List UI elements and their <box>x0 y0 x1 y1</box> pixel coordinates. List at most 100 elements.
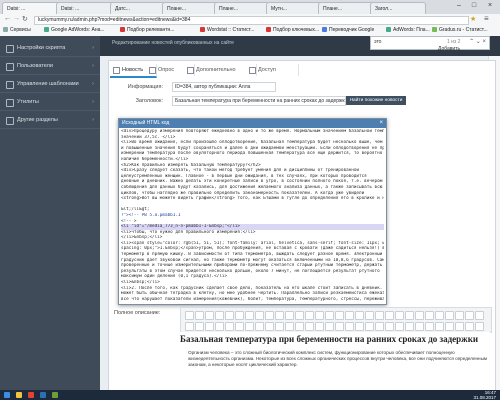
word-icon[interactable] <box>40 392 46 398</box>
source-code-textarea[interactable]: <div>Процедуру измерения повторяют ежедн… <box>121 129 384 302</box>
toolbar-button[interactable] <box>465 322 474 331</box>
bookmark-item[interactable]: Подбор ключевых... <box>266 27 319 34</box>
toolbar-button[interactable] <box>445 311 454 320</box>
bookmark-item[interactable]: Подбор релевантн... <box>120 27 174 34</box>
toolbar-button[interactable] <box>475 311 484 320</box>
toolbar-button[interactable] <box>205 311 214 320</box>
toolbar-button[interactable] <box>265 311 274 320</box>
explorer-icon[interactable] <box>16 392 22 398</box>
toolbar-button[interactable] <box>425 311 434 320</box>
chrome-icon[interactable] <box>28 392 34 398</box>
menu-icon[interactable]: ≡ <box>484 14 489 23</box>
close-icon[interactable]: × <box>483 1 497 11</box>
toolbar-button[interactable] <box>385 322 394 331</box>
toolbar-button[interactable] <box>185 322 194 331</box>
bookmark-item[interactable]: Google AdWords: Ана... <box>44 27 105 34</box>
back-icon[interactable]: ← <box>4 15 11 22</box>
toolbar-button[interactable] <box>445 322 454 331</box>
toolbar-button[interactable] <box>455 311 464 320</box>
toolbar-button[interactable] <box>365 322 374 331</box>
toolbar-button[interactable] <box>225 322 234 331</box>
toolbar-button[interactable] <box>215 322 224 331</box>
toolbar-button[interactable] <box>355 322 364 331</box>
toolbar-button[interactable] <box>315 322 324 331</box>
toolbar-button[interactable] <box>435 322 444 331</box>
sidebar-item-other[interactable]: Другие разделы › <box>0 112 100 129</box>
toolbar-button[interactable] <box>335 311 344 320</box>
toolbar-button[interactable] <box>185 311 194 320</box>
toolbar-button[interactable] <box>425 322 434 331</box>
toolbar-button[interactable] <box>285 311 294 320</box>
toolbar-button[interactable] <box>405 311 414 320</box>
toolbar-button[interactable] <box>465 311 474 320</box>
tab-access[interactable]: Доступ <box>246 64 299 76</box>
toolbar-button[interactable] <box>235 322 244 331</box>
find-input[interactable]: это <box>374 39 381 45</box>
toolbar-button[interactable] <box>195 322 204 331</box>
toolbar-button[interactable] <box>415 322 424 331</box>
toolbar-button[interactable] <box>325 311 334 320</box>
add-news-button[interactable]: Добавить <box>438 46 478 56</box>
sidebar-item-utilities[interactable]: Утилиты › <box>0 94 100 111</box>
toolbar-button[interactable] <box>295 322 304 331</box>
toolbar-button[interactable] <box>255 311 264 320</box>
toolbar-button[interactable] <box>405 322 414 331</box>
toolbar-button[interactable] <box>365 311 374 320</box>
toolbar-button[interactable] <box>395 311 404 320</box>
toolbar-button[interactable] <box>375 322 384 331</box>
toolbar-button[interactable] <box>285 322 294 331</box>
toolbar-button[interactable] <box>345 311 354 320</box>
find-similar-button[interactable]: Найти похожие новости <box>346 96 406 105</box>
toolbar-button[interactable] <box>315 311 324 320</box>
bookmark-item[interactable]: AdWords: Пла... <box>386 27 430 34</box>
toolbar-button[interactable] <box>275 322 284 331</box>
title-input[interactable]: Базальная температура при беременности н… <box>172 96 346 106</box>
toolbar-button[interactable] <box>195 311 204 320</box>
toolbar-button[interactable] <box>205 322 214 331</box>
toolbar-button[interactable] <box>305 322 314 331</box>
bookmark-item[interactable]: Сервисы <box>3 27 31 34</box>
reload-icon[interactable]: ↻ <box>22 15 28 23</box>
toolbar-button[interactable] <box>235 311 244 320</box>
toolbar-button[interactable] <box>395 322 404 331</box>
bookmark-label: AdWords: Пла... <box>393 27 430 33</box>
toolbar-button[interactable] <box>245 311 254 320</box>
toolbar-button[interactable] <box>455 322 464 331</box>
find-nav-icons[interactable]: ⌃ ⌄ × <box>469 38 486 45</box>
toolbar-button[interactable] <box>295 311 304 320</box>
toolbar-button[interactable] <box>435 311 444 320</box>
toolbar-button[interactable] <box>385 311 394 320</box>
toolbar-button[interactable] <box>305 311 314 320</box>
toolbar-button[interactable] <box>265 322 274 331</box>
maximize-icon[interactable]: □ <box>467 1 481 11</box>
forward-icon[interactable]: → <box>13 15 20 22</box>
editor-content[interactable]: Базальная температура при беременности н… <box>180 332 490 390</box>
toolbar-button[interactable] <box>335 322 344 331</box>
toolbar-button[interactable] <box>255 322 264 331</box>
bookmark-item[interactable]: Переводчик Google <box>322 27 374 34</box>
toolbar-button[interactable] <box>345 322 354 331</box>
toolbar-button[interactable] <box>225 311 234 320</box>
system-clock[interactable]: 16:47 31.08.2017 <box>473 390 496 400</box>
toolbar-button[interactable] <box>355 311 364 320</box>
admin-sidebar: Настройки скрипта › Пользователи › Управле… <box>0 36 100 390</box>
bookmark-item[interactable]: Wordstat :: Статист... <box>200 27 254 34</box>
sidebar-item-templates[interactable]: Управление шаблонами › <box>0 76 100 93</box>
bookmark-item[interactable]: Gradus.ru - Статист... <box>432 27 488 34</box>
article-paragraph: Организм человека – это сложный биологич… <box>188 350 488 367</box>
star-icon[interactable]: ★ <box>470 15 476 23</box>
toolbar-button[interactable] <box>375 311 384 320</box>
sidebar-item-settings[interactable]: Настройки скрипта › <box>0 40 100 57</box>
close-icon[interactable]: × <box>379 119 383 128</box>
toolbar-button[interactable] <box>215 311 224 320</box>
sidebar-item-users[interactable]: Пользователи › <box>0 58 100 75</box>
toolbar-button[interactable] <box>275 311 284 320</box>
app-icon[interactable] <box>52 392 58 398</box>
toolbar-button[interactable] <box>325 322 334 331</box>
minimize-icon[interactable]: – <box>452 1 466 11</box>
windows-start-icon[interactable] <box>4 392 10 398</box>
toolbar-button[interactable] <box>245 322 254 331</box>
toolbar-button[interactable] <box>415 311 424 320</box>
url-input[interactable]: luckymummy.ru/admin.php?mod=editnews&act… <box>34 16 469 25</box>
toolbar-button[interactable] <box>475 322 484 331</box>
